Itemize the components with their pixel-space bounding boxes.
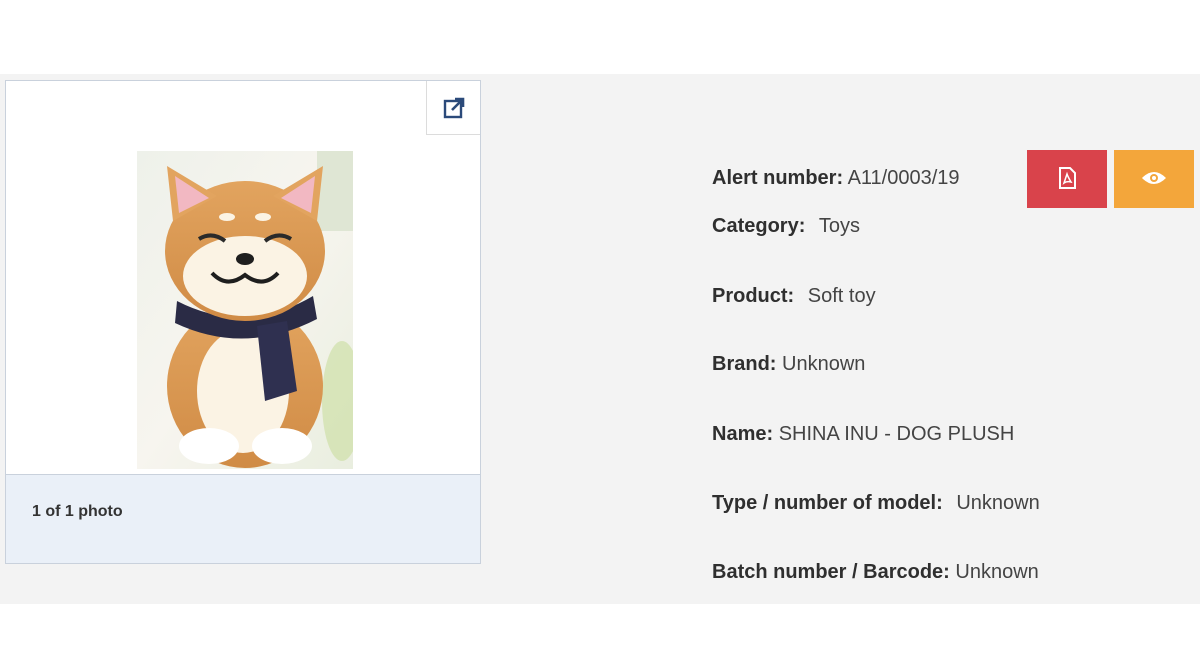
download-pdf-button[interactable] bbox=[1027, 150, 1107, 208]
brand-label: Brand: bbox=[712, 353, 777, 375]
model-type-row: Type / number of model: Unknown bbox=[712, 492, 1040, 515]
category-value: Toys bbox=[818, 215, 861, 237]
photo-caption-bar: 1 of 1 photo bbox=[6, 474, 480, 563]
alert-details: Alert number: A11/0003/19 Category: Toys… bbox=[712, 0, 1200, 668]
external-link-icon[interactable] bbox=[426, 81, 480, 135]
product-photo[interactable] bbox=[137, 151, 362, 469]
photo-counter: 1 of 1 photo bbox=[32, 503, 123, 520]
alert-number-row: Alert number: A11/0003/19 bbox=[712, 167, 960, 190]
pdf-icon bbox=[1057, 166, 1077, 192]
name-value: SHINA INU - DOG PLUSH bbox=[778, 423, 1015, 445]
batch-barcode-value: Unknown bbox=[955, 561, 1039, 583]
product-value: Soft toy bbox=[807, 285, 876, 307]
batch-barcode-row: Batch number / Barcode: Unknown bbox=[712, 561, 1039, 584]
model-type-value: Unknown bbox=[956, 492, 1040, 514]
brand-value: Unknown bbox=[782, 353, 866, 375]
batch-barcode-label: Batch number / Barcode: bbox=[712, 561, 950, 583]
alert-number-value: A11/0003/19 bbox=[847, 167, 960, 189]
alert-number-label: Alert number: bbox=[712, 167, 844, 189]
category-row: Category: Toys bbox=[712, 215, 860, 238]
product-label: Product: bbox=[712, 285, 795, 307]
brand-row: Brand: Unknown bbox=[712, 353, 865, 376]
name-row: Name: SHINA INU - DOG PLUSH bbox=[712, 423, 1014, 446]
name-label: Name: bbox=[712, 423, 774, 445]
product-row: Product: Soft toy bbox=[712, 285, 876, 308]
category-label: Category: bbox=[712, 215, 806, 237]
photo-gallery: 1 of 1 photo bbox=[5, 80, 481, 564]
eye-icon bbox=[1141, 170, 1167, 189]
photo-area bbox=[6, 81, 480, 474]
view-alert-button[interactable] bbox=[1114, 150, 1194, 208]
model-type-label: Type / number of model: bbox=[712, 492, 943, 514]
